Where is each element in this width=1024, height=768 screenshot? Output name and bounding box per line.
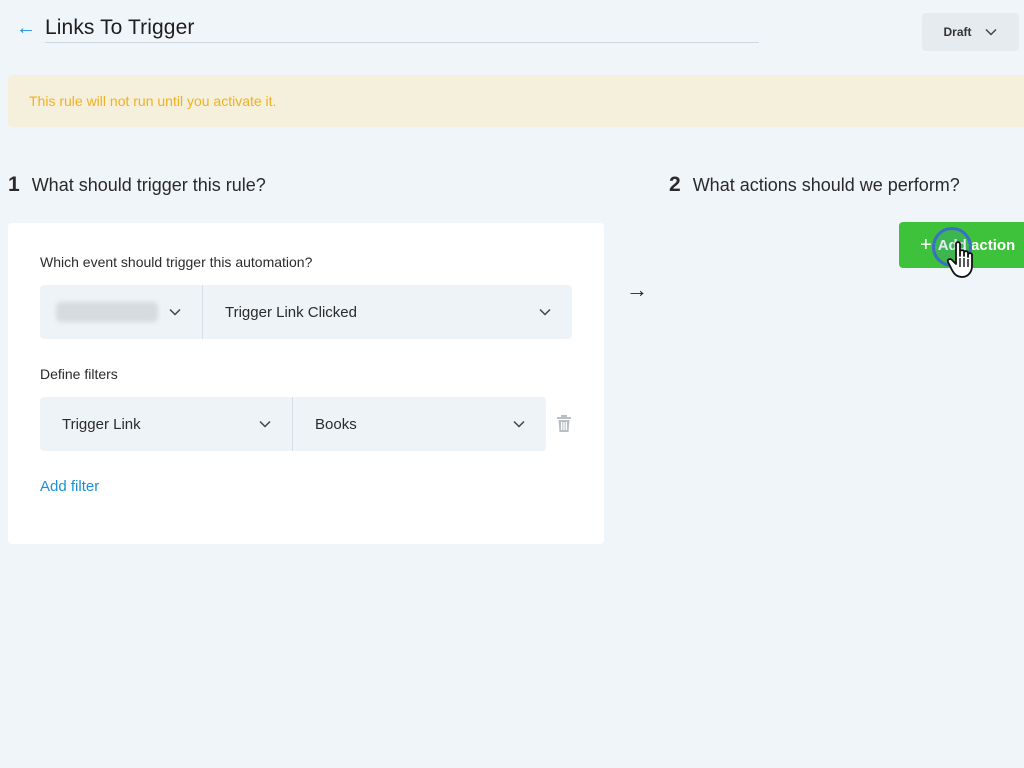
event-select[interactable]: Trigger Link Clicked: [202, 285, 572, 339]
add-filter-link[interactable]: Add filter: [40, 478, 99, 495]
back-arrow-icon[interactable]: ←: [16, 18, 36, 38]
automation-rule-editor: ← Links To Trigger Draft This rule will …: [0, 0, 1024, 768]
banner-text: This rule will not run until you activat…: [29, 93, 277, 109]
section-number: 2: [669, 173, 681, 196]
inactive-rule-banner: This rule will not run until you activat…: [8, 75, 1024, 127]
chevron-down-icon: [984, 25, 998, 39]
trigger-card: [8, 223, 604, 544]
filter-field-value: Trigger Link: [62, 415, 141, 433]
section-number: 1: [8, 173, 20, 196]
page-title[interactable]: Links To Trigger: [45, 16, 194, 39]
event-select-group: Trigger Link Clicked: [40, 285, 572, 339]
filter-value-select[interactable]: Books: [292, 397, 546, 451]
flow-arrow-icon: →: [626, 277, 648, 302]
trigger-section-heading: 1 What should trigger this rule?: [8, 173, 266, 197]
chevron-down-icon: [538, 305, 552, 319]
status-value: Draft: [943, 25, 972, 39]
filters-label: Define filters: [40, 366, 118, 382]
chevron-down-icon: [258, 417, 272, 431]
event-label: Which event should trigger this automati…: [40, 254, 313, 270]
delete-filter-icon[interactable]: [556, 415, 572, 433]
status-dropdown[interactable]: Draft: [922, 13, 1019, 51]
filter-value: Books: [315, 415, 357, 433]
section-title: What actions should we perform?: [692, 175, 960, 195]
chevron-down-icon: [512, 417, 526, 431]
title-field[interactable]: Links To Trigger: [45, 14, 759, 43]
event-value: Trigger Link Clicked: [225, 303, 357, 321]
plus-icon: +: [920, 234, 932, 256]
add-action-button[interactable]: + Add action: [899, 222, 1024, 268]
filter-field-select[interactable]: Trigger Link: [40, 397, 292, 451]
section-title: What should trigger this rule?: [31, 175, 266, 195]
add-action-label: Add action: [937, 236, 1016, 254]
action-section-heading: 2 What actions should we perform?: [669, 173, 960, 197]
app-select[interactable]: [40, 285, 202, 339]
app-name-redacted: [56, 302, 158, 322]
chevron-down-icon: [168, 305, 182, 319]
filter-row: Trigger Link Books: [40, 397, 546, 451]
